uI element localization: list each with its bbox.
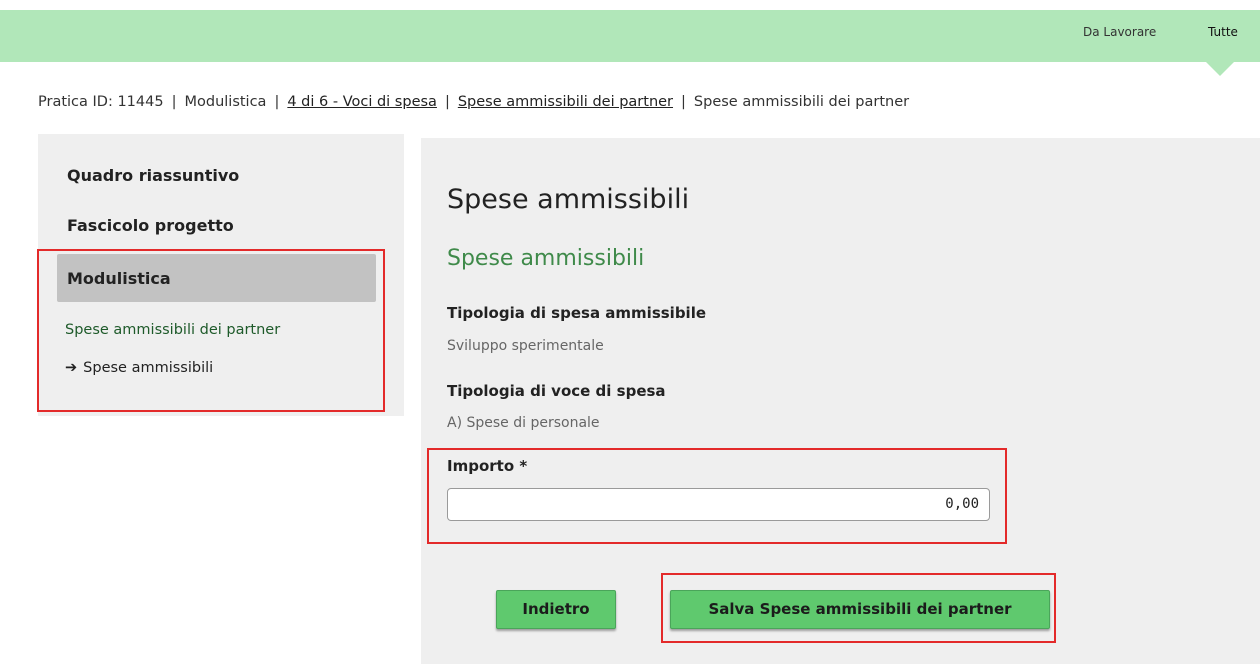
breadcrumb-separator: |	[444, 94, 450, 110]
field-label-tipologia-spesa: Tipologia di spesa ammissibile	[447, 304, 707, 322]
top-nav-bar: Da Lavorare Tutte	[0, 10, 1260, 76]
active-tab-caret-icon	[1206, 62, 1234, 76]
tab-da-lavorare[interactable]: Da Lavorare	[1083, 25, 1156, 39]
highlight-box-importo	[427, 448, 1007, 544]
breadcrumb-partner-link[interactable]: Spese ammissibili dei partner	[458, 94, 673, 110]
breadcrumb-separator: |	[681, 94, 686, 110]
highlight-box-save	[661, 573, 1056, 643]
highlight-box-sidebar	[37, 249, 385, 412]
breadcrumb-step-link[interactable]: 4 di 6 - Voci di spesa	[287, 94, 437, 110]
sidebar-item-fascicolo-progetto[interactable]: Fascicolo progetto	[67, 216, 234, 235]
breadcrumb-separator: |	[171, 94, 177, 110]
field-value-tipologia-spesa: Sviluppo sperimentale	[447, 338, 604, 354]
breadcrumb-separator: |	[274, 94, 280, 110]
breadcrumb-modulistica: Modulistica	[184, 94, 267, 110]
breadcrumb: Pratica ID: 11445 | Modulistica | 4 di 6 - V…	[38, 94, 909, 110]
sidebar-item-quadro-riassuntivo[interactable]: Quadro riassuntivo	[67, 166, 239, 185]
field-label-tipologia-voce: Tipologia di voce di spesa	[447, 382, 666, 400]
field-value-tipologia-voce: A) Spese di personale	[447, 415, 600, 431]
back-button[interactable]: Indietro	[496, 590, 616, 629]
breadcrumb-current: Spese ammissibili dei partner	[693, 94, 910, 110]
page-title: Spese ammissibili	[447, 184, 690, 215]
breadcrumb-pratica: Pratica ID: 11445	[38, 94, 164, 110]
section-title: Spese ammissibili	[447, 246, 645, 271]
tab-tutte[interactable]: Tutte	[1208, 25, 1238, 39]
